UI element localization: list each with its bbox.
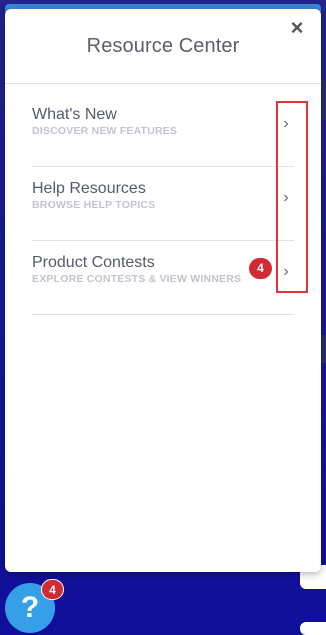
panel-header: Resource Center ×	[5, 9, 321, 84]
background-card	[300, 622, 326, 635]
item-subtitle: EXPLORE CONTESTS & VIEW WINNERS	[32, 273, 242, 285]
item-label: Help Resources	[32, 180, 146, 197]
chevron-right-icon[interactable]: ›	[278, 263, 294, 281]
chevron-right-icon[interactable]: ›	[278, 189, 294, 207]
list-item-product-contests[interactable]: Product Contests EXPLORE CONTESTS & VIEW…	[32, 241, 294, 315]
resource-list: What's New DISCOVER NEW FEATURES › Help …	[32, 93, 294, 315]
help-launcher-badge: 4	[41, 579, 64, 600]
item-label: What's New	[32, 106, 117, 123]
list-item-help-resources[interactable]: Help Resources BROWSE HELP TOPICS ›	[32, 167, 294, 241]
notification-badge: 4	[249, 258, 272, 279]
panel-title: Resource Center	[86, 35, 240, 57]
chevron-right-icon[interactable]: ›	[278, 115, 294, 133]
item-label: Product Contests	[32, 254, 155, 271]
list-item-whats-new[interactable]: What's New DISCOVER NEW FEATURES ›	[32, 93, 294, 167]
item-subtitle: BROWSE HELP TOPICS	[32, 199, 156, 211]
close-button[interactable]: ×	[287, 17, 307, 39]
item-subtitle: DISCOVER NEW FEATURES	[32, 125, 178, 137]
